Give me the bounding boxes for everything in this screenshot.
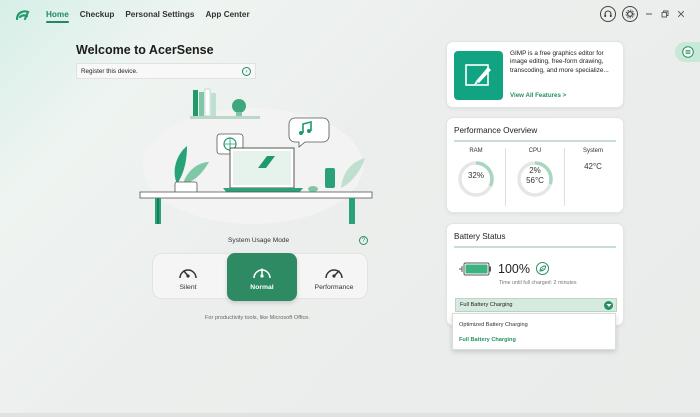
tab-app-center[interactable]: App Center — [206, 10, 250, 22]
battery-icon — [459, 261, 493, 277]
option-full-charging[interactable]: Full Battery Charging — [459, 337, 516, 343]
cpu-gauge: 2% 56°C — [515, 159, 555, 199]
battery-title: Battery Status — [454, 232, 506, 241]
battery-time-text: Time until full charged: 2 minutes — [499, 280, 577, 286]
tab-home[interactable]: Home — [46, 10, 69, 23]
mode-normal-label: Normal — [250, 284, 274, 291]
mode-performance-button[interactable]: Performance — [299, 254, 369, 300]
silent-gauge-icon — [179, 269, 197, 279]
tab-checkup[interactable]: Checkup — [80, 10, 115, 22]
cpu-temp-value: 56°C — [526, 176, 544, 185]
battery-level-fill — [465, 264, 488, 274]
mode-silent-label: Silent — [179, 284, 197, 291]
system-column: System 42°C — [569, 148, 617, 171]
ram-value: 32% — [467, 171, 484, 180]
gear-icon[interactable] — [622, 6, 638, 22]
acer-logo-icon[interactable] — [14, 7, 32, 23]
desk-illustration — [139, 88, 373, 224]
cpu-values: 2% 56°C — [515, 166, 555, 186]
close-icon[interactable] — [676, 9, 686, 19]
system-temp-value: 42°C — [584, 162, 602, 171]
normal-gauge-icon — [253, 268, 271, 279]
performance-gauge-icon — [325, 269, 343, 279]
tab-personal-settings[interactable]: Personal Settings — [125, 10, 194, 22]
help-icon[interactable]: ? — [359, 236, 368, 245]
mode-normal-button[interactable]: Normal — [227, 253, 297, 301]
battery-percent: 100% — [498, 262, 530, 276]
feature-card: GIMP is a free graphics editor for image… — [446, 41, 624, 108]
divider — [454, 246, 616, 248]
arrow-right-icon: › — [242, 67, 251, 76]
column-divider — [505, 148, 506, 206]
performance-overview-card: Performance Overview RAM 32% CPU 2% 56°C… — [446, 117, 624, 213]
cpu-column: CPU 2% 56°C — [511, 148, 559, 199]
main-nav: Home Checkup Personal Settings App Cente… — [46, 10, 250, 23]
window-bottom-edge — [0, 413, 700, 417]
charging-mode-dropdown: Optimized Battery Charging Full Battery … — [452, 313, 616, 350]
eco-leaf-icon — [536, 262, 549, 275]
ram-label: RAM — [469, 148, 483, 154]
battery-status-card: Battery Status 100% Time until full char… — [446, 223, 624, 326]
list-icon[interactable] — [675, 42, 700, 62]
gimp-feature-icon[interactable] — [454, 51, 503, 100]
usage-mode-title: System Usage Mode — [228, 237, 290, 244]
mode-description: For productivity tools, like Microsoft O… — [205, 315, 310, 321]
top-bar: Home Checkup Personal Settings App Cente… — [0, 0, 700, 30]
mode-silent-button[interactable]: Silent — [153, 254, 223, 300]
charging-mode-selected: Full Battery Charging — [460, 302, 513, 308]
minimize-icon[interactable] — [644, 9, 654, 19]
mode-performance-label: Performance — [314, 284, 354, 291]
system-label: System — [582, 148, 603, 154]
chevron-down-icon — [604, 301, 613, 310]
page-title: Welcome to AcerSense — [76, 43, 214, 57]
performance-title: Performance Overview — [454, 126, 538, 135]
column-divider — [564, 148, 565, 206]
view-all-features-link[interactable]: View All Features > — [510, 92, 566, 99]
window-controls — [600, 6, 686, 22]
cpu-usage-value: 2% — [529, 166, 541, 175]
ram-column: RAM 32% — [452, 148, 500, 199]
restore-icon[interactable] — [660, 9, 670, 19]
feature-description: GIMP is a free graphics editor for image… — [510, 50, 609, 74]
usage-mode-selector: Silent Normal Performance — [152, 253, 369, 301]
register-label: Register this device. — [81, 67, 138, 75]
charging-mode-select[interactable]: Full Battery Charging — [455, 298, 617, 312]
ram-gauge: 32% — [456, 159, 496, 199]
cpu-label: CPU — [528, 148, 542, 154]
headset-icon[interactable] — [600, 6, 616, 22]
option-optimized-charging[interactable]: Optimized Battery Charging — [459, 322, 528, 328]
divider — [454, 140, 616, 142]
register-device-button[interactable]: Register this device. › — [76, 63, 256, 79]
